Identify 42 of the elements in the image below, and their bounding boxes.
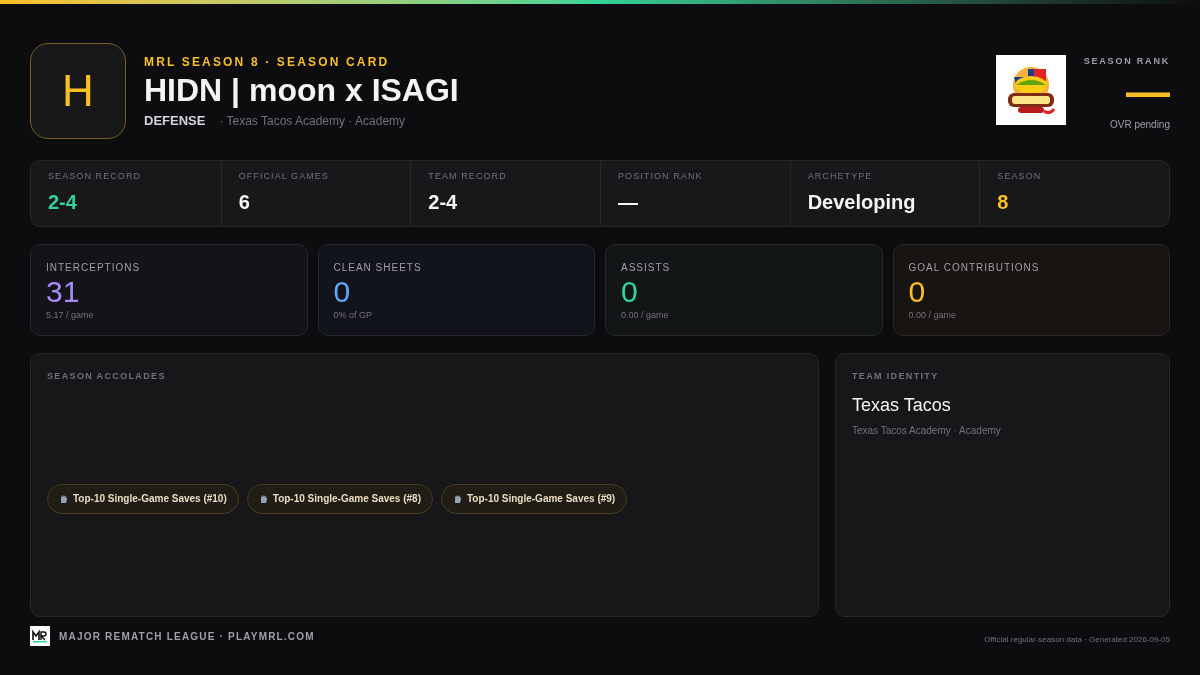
rank-value: — — [1126, 72, 1170, 111]
metric-value: 0 — [621, 275, 639, 309]
panel-title: SEASON ACCOLADES — [47, 370, 167, 383]
stat-value: 6 — [238, 190, 251, 216]
eyebrow-label: MRL SEASON 8 · SEASON CARD — [144, 54, 391, 71]
stat-label: ARCHETYPE — [807, 169, 874, 183]
footer-note: Official regular-season data · Generated 2026-09-05 — [984, 634, 1170, 646]
metric-value: 0 — [908, 275, 927, 309]
accolade-text: Top-10 Single-Game Saves (#9) — [466, 492, 616, 506]
metric-subtext: 0% of GP — [333, 309, 374, 322]
metric-label: ASSISTS — [621, 261, 672, 275]
stat-label: OFFICIAL GAMES — [238, 169, 330, 183]
stat-value: Developing — [807, 190, 917, 216]
rank-note: OVR pending — [1109, 117, 1170, 132]
position-label: DEFENSE — [144, 112, 206, 130]
stat-value: 2-4 — [48, 190, 78, 216]
stat-value: 8 — [997, 190, 1010, 216]
stat-label: SEASON RECORD — [48, 169, 143, 183]
metric-label: GOAL CONTRIBUTIONS — [908, 261, 1041, 275]
team-line: · Texas Tacos Academy · Academy — [219, 113, 406, 130]
stat-label: SEASON — [997, 169, 1043, 183]
panel-title: TEAM IDENTITY — [852, 370, 940, 383]
stat-value: — — [618, 190, 639, 216]
team-subtitle: Texas Tacos Academy · Academy — [852, 423, 1002, 438]
rank-label: SEASON RANK — [1083, 55, 1170, 68]
metric-label: INTERCEPTIONS — [46, 261, 142, 275]
metric-subtext: 0.00 / game — [621, 309, 670, 322]
stat-value: 2-4 — [428, 190, 459, 216]
metric-subtext: 0.00 / game — [908, 309, 958, 322]
player-name: HIDN | moon x ISAGI — [144, 71, 459, 109]
team-name: Texas Tacos — [852, 393, 952, 417]
footer-brand: MAJOR REMATCH LEAGUE · PLAYMRL.COM — [59, 629, 315, 644]
accolade-text: Top-10 Single-Game Saves (#8) — [272, 492, 421, 506]
league-logo-icon — [30, 626, 50, 646]
metric-value: 0 — [333, 275, 352, 309]
stat-label: POSITION RANK — [618, 169, 704, 183]
stat-label: TEAM RECORD — [428, 169, 508, 183]
metric-value: 31 — [46, 275, 81, 309]
avatar-letter: H — [30, 43, 126, 139]
accolade-text: Top-10 Single-Game Saves (#10) — [73, 492, 227, 506]
metric-label: CLEAN SHEETS — [333, 261, 423, 275]
metric-subtext: 5.17 / game — [46, 309, 95, 322]
